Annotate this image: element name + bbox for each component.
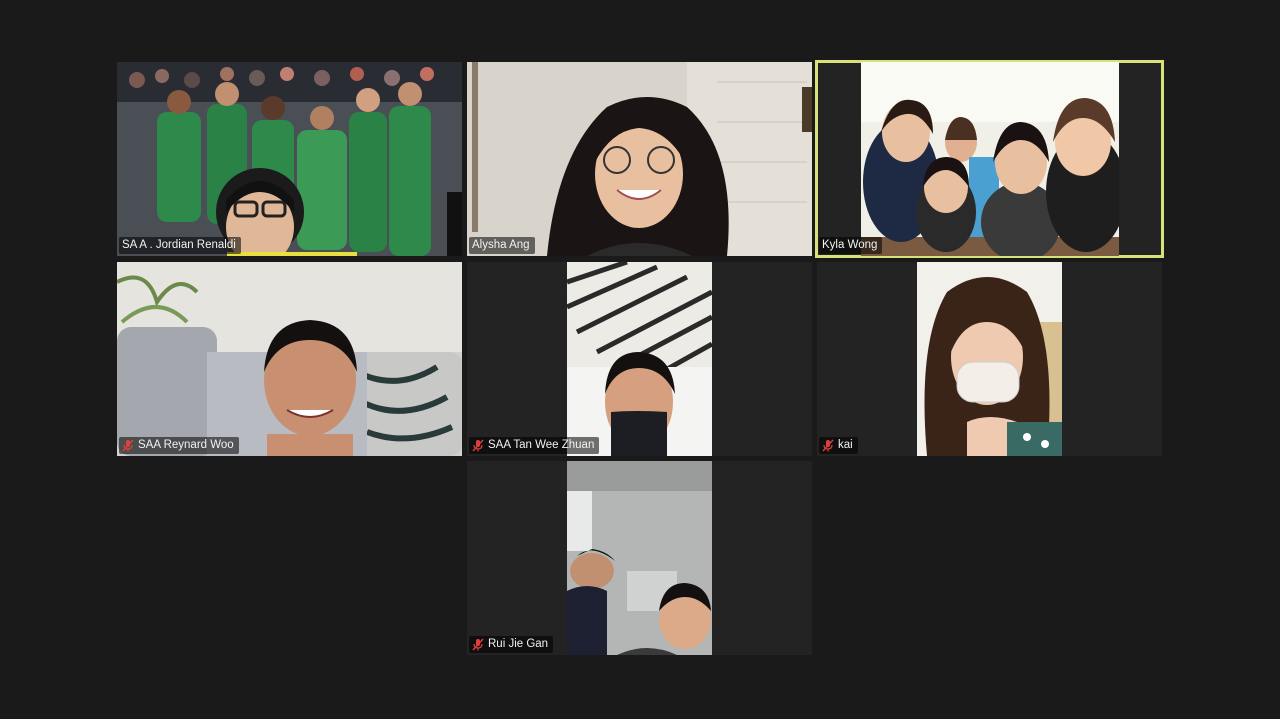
- participant-tile-kyla-wong[interactable]: Kyla Wong: [815, 60, 1164, 258]
- participant-name-tag: SA A . Jordian Renaldi: [119, 237, 241, 254]
- participant-tile-jordian-renaldi[interactable]: SA A . Jordian Renaldi: [117, 62, 462, 256]
- participant-video: [861, 62, 1119, 256]
- participant-tile-rui-jie-gan[interactable]: Rui Jie Gan: [467, 461, 812, 655]
- participant-video: [567, 262, 712, 456]
- participant-video: [567, 461, 712, 655]
- microphone-muted-icon: [822, 439, 834, 452]
- participant-name: SA A . Jordian Renaldi: [122, 239, 236, 251]
- participant-name-tag: SAA Tan Wee Zhuan: [469, 437, 600, 454]
- video-gallery: SA A . Jordian Renaldi Alysha Ang Kyla W…: [0, 0, 1280, 719]
- participant-name-tag: Kyla Wong: [819, 237, 883, 254]
- participant-name: Alysha Ang: [472, 239, 530, 251]
- participant-tile-kai[interactable]: kai: [817, 262, 1162, 456]
- participant-video: [467, 62, 812, 256]
- participant-video: [117, 62, 462, 256]
- participant-name: SAA Reynard Woo: [138, 439, 234, 451]
- participant-name: Kyla Wong: [822, 239, 878, 251]
- participant-tile-reynard-woo[interactable]: SAA Reynard Woo: [117, 262, 462, 456]
- participant-name: SAA Tan Wee Zhuan: [488, 439, 595, 451]
- participant-video: [117, 262, 462, 456]
- participant-video: [917, 262, 1062, 456]
- participant-name-tag: kai: [819, 437, 858, 454]
- participant-name: Rui Jie Gan: [488, 638, 549, 650]
- participant-tile-tan-wee-zhuan[interactable]: SAA Tan Wee Zhuan: [467, 262, 812, 456]
- participant-name: kai: [838, 439, 853, 451]
- microphone-muted-icon: [122, 439, 134, 452]
- participant-name-tag: Rui Jie Gan: [469, 636, 554, 653]
- participant-name-tag: Alysha Ang: [469, 237, 535, 254]
- participant-name-tag: SAA Reynard Woo: [119, 437, 239, 454]
- microphone-muted-icon: [472, 439, 484, 452]
- microphone-muted-icon: [472, 638, 484, 651]
- participant-tile-alysha-ang[interactable]: Alysha Ang: [467, 62, 812, 256]
